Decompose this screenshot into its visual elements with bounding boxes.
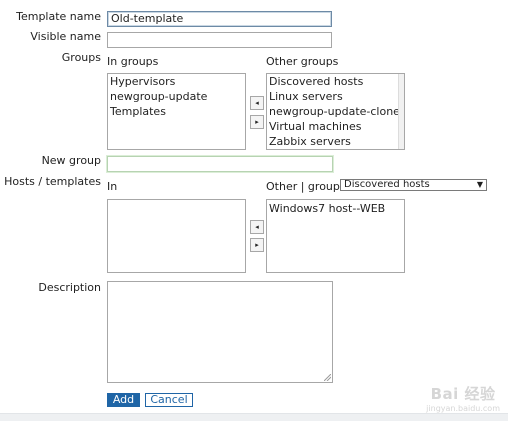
list-item[interactable]: Windows7 host--WEB bbox=[267, 200, 404, 216]
cancel-button[interactable]: Cancel bbox=[145, 393, 193, 407]
arrow-left-icon: ◂ bbox=[255, 223, 259, 231]
listbox-scrollbar[interactable] bbox=[398, 74, 404, 149]
watermark-logo: Bai 经验 jingyan.baidu.com bbox=[426, 383, 500, 413]
other-groups-listbox[interactable]: Discovered hosts Linux servers newgroup-… bbox=[266, 73, 405, 150]
move-left-hosts-button[interactable]: ◂ bbox=[250, 220, 264, 234]
list-item[interactable]: newgroup-update-clone bbox=[267, 104, 404, 119]
watermark-url: jingyan.baidu.com bbox=[426, 404, 500, 413]
other-group-label: Other | group bbox=[266, 180, 340, 193]
other-group-select[interactable]: Discovered hosts ▼ bbox=[340, 179, 487, 191]
move-right-hosts-button[interactable]: ▸ bbox=[250, 238, 264, 252]
groups-label: Groups bbox=[61, 51, 101, 64]
visible-name-label: Visible name bbox=[30, 30, 101, 43]
new-group-label: New group bbox=[41, 154, 101, 167]
in-groups-label: In groups bbox=[107, 55, 159, 68]
resize-grip-icon[interactable] bbox=[324, 374, 331, 381]
in-hosts-label: In bbox=[107, 180, 118, 193]
move-left-groups-button[interactable]: ◂ bbox=[250, 96, 264, 110]
other-group-select-value: Discovered hosts bbox=[344, 179, 430, 190]
chevron-down-icon: ▼ bbox=[476, 180, 483, 189]
new-group-input[interactable] bbox=[107, 156, 333, 172]
list-item[interactable]: Linux servers bbox=[267, 89, 404, 104]
arrow-right-icon: ▸ bbox=[255, 118, 259, 126]
list-item[interactable]: Discovered hosts bbox=[267, 74, 404, 89]
other-groups-label: Other groups bbox=[266, 55, 339, 68]
footer-bar bbox=[0, 413, 508, 421]
visible-name-input[interactable] bbox=[107, 32, 332, 48]
list-item[interactable]: Hypervisors bbox=[108, 74, 245, 89]
list-item[interactable]: Templates bbox=[108, 104, 245, 119]
description-textarea[interactable] bbox=[107, 281, 333, 383]
arrow-right-icon: ▸ bbox=[255, 241, 259, 249]
hosts-templates-label: Hosts / templates bbox=[4, 175, 101, 188]
description-label: Description bbox=[38, 281, 101, 294]
in-hosts-listbox[interactable] bbox=[107, 199, 246, 273]
template-name-input[interactable]: Old-template bbox=[107, 11, 332, 27]
add-button[interactable]: Add bbox=[107, 393, 140, 407]
watermark-brand: Bai 经验 bbox=[430, 385, 496, 403]
arrow-left-icon: ◂ bbox=[255, 99, 259, 107]
list-item[interactable]: Zabbix servers bbox=[267, 134, 404, 149]
list-item[interactable]: newgroup-update bbox=[108, 89, 245, 104]
template-name-label: Template name bbox=[16, 10, 101, 23]
in-groups-listbox[interactable]: Hypervisors newgroup-update Templates bbox=[107, 73, 246, 150]
other-hosts-listbox[interactable]: Windows7 host--WEB bbox=[266, 199, 405, 273]
list-item[interactable]: Virtual machines bbox=[267, 119, 404, 134]
move-right-groups-button[interactable]: ▸ bbox=[250, 115, 264, 129]
